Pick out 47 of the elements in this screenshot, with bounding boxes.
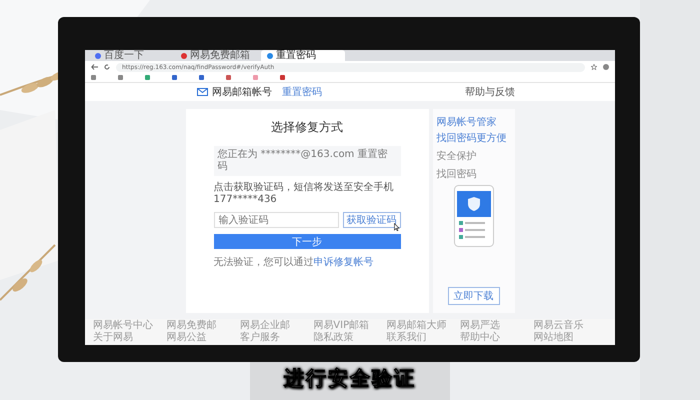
phone-drawing (454, 185, 494, 247)
video-caption: 进行安全验证 (284, 365, 416, 392)
help-note: 无法验证，您可以通过 (214, 257, 314, 268)
footer-link[interactable]: 网易严选 (460, 320, 534, 332)
footer-link[interactable]: 关于网易 (93, 332, 166, 344)
help-link[interactable]: 帮助与反馈 (465, 85, 515, 99)
envelope-icon (197, 88, 208, 96)
back-icon[interactable] (91, 64, 98, 70)
bookmark-icon[interactable] (145, 75, 150, 80)
download-button[interactable]: 立即下载 (448, 287, 500, 305)
footer-link[interactable]: 网易邮箱大师 (386, 320, 460, 332)
footer-link[interactable]: 网易免费邮 (166, 320, 240, 332)
footer-link[interactable]: 网站地图 (534, 332, 607, 344)
cursor-icon (394, 223, 400, 231)
bookmark-icon[interactable] (280, 75, 285, 80)
footer-link[interactable]: 网易云音乐 (534, 320, 607, 332)
footer-link[interactable]: 隐私政策 (313, 332, 387, 344)
bookmark-icon[interactable] (226, 75, 231, 80)
reload-icon[interactable] (104, 64, 110, 70)
card-title: 选择修复方式 (271, 119, 343, 136)
browser-tab[interactable]: 网易免费邮箱 (175, 50, 259, 61)
code-input-field[interactable]: 输入验证码 (214, 212, 338, 228)
site-logo-text: 网易邮箱帐号 (212, 86, 272, 99)
bookmark-icon[interactable] (118, 75, 123, 80)
bookmark-icon[interactable] (172, 75, 177, 80)
bookmark-icon[interactable] (91, 75, 96, 80)
footer-link[interactable]: 联系我们 (386, 332, 460, 344)
promo-bullet: 安全保护 (436, 150, 478, 163)
send-code-button[interactable]: 获取验证码 (342, 212, 400, 228)
footer-link[interactable]: 网易VIP邮箱 (313, 320, 387, 332)
footer-link[interactable]: 网易帐号中心 (93, 320, 166, 332)
promo-bullet: 找回密码 (436, 168, 478, 181)
footer-link[interactable]: 帮助中心 (460, 332, 534, 344)
footer-link[interactable]: 客户服务 (240, 332, 314, 344)
footer-link[interactable]: 网易公益 (166, 332, 240, 344)
profile-icon[interactable] (603, 64, 609, 70)
bookmark-icon[interactable] (199, 75, 204, 80)
footer-link[interactable]: 网易企业邮 (240, 320, 314, 332)
instruction-text: 点击获取验证码，短信将发送至安全手机177*****436 (214, 182, 394, 206)
next-button[interactable]: 下一步 (214, 234, 400, 249)
promo-title: 网易帐号管家 (436, 117, 498, 129)
account-notice: 您正在为 ********@163.com 重置密码 (214, 146, 400, 176)
bookmark-icon[interactable] (253, 75, 258, 80)
promo-title: 找回密码更方便 (436, 133, 508, 145)
star-icon[interactable] (591, 64, 597, 70)
appeal-link[interactable]: 申诉修复帐号 (314, 257, 374, 268)
page-subtitle: 重置密码 (282, 86, 322, 99)
